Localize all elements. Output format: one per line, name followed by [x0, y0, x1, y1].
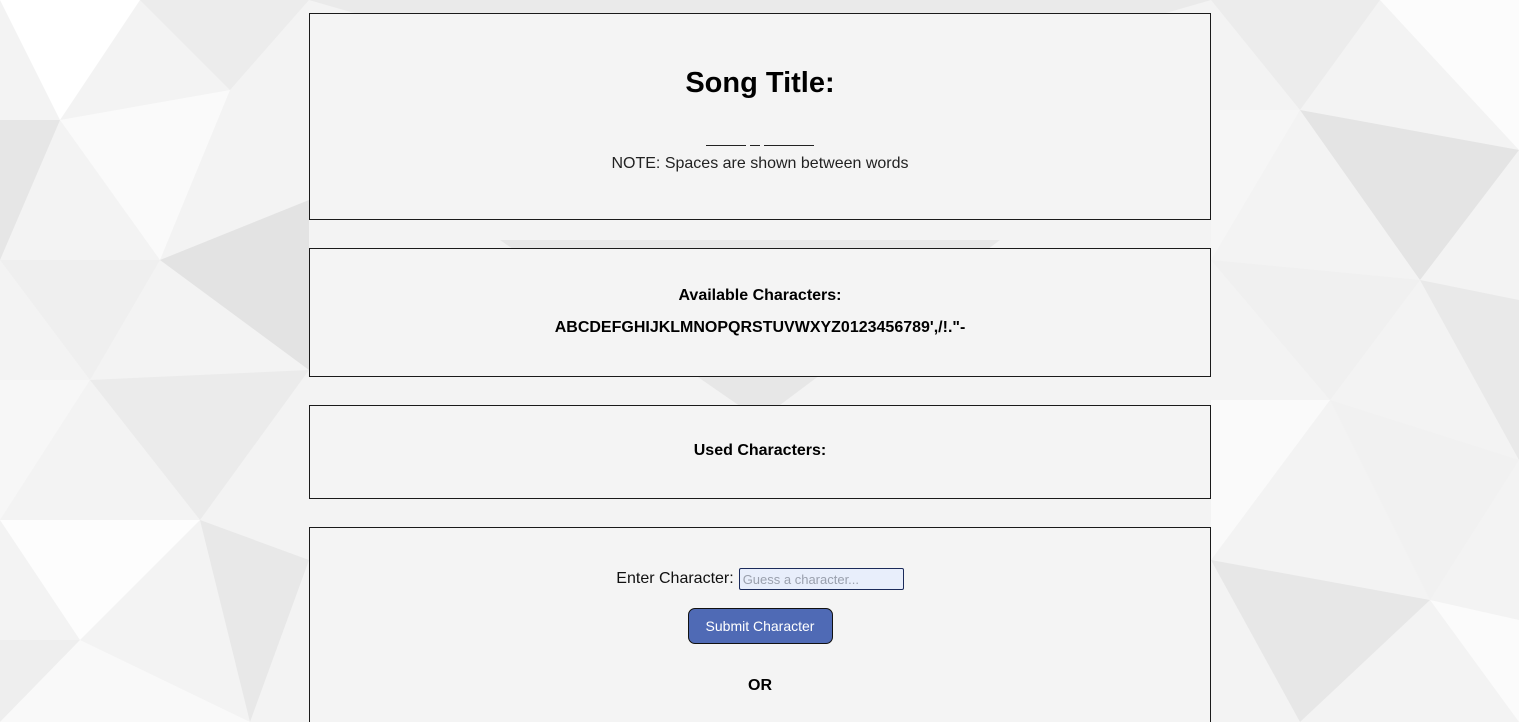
word-blank: [706, 145, 746, 146]
song-title-panel: Song Title: NOTE: Spaces are shown betwe…: [309, 13, 1211, 220]
enter-character-label: Enter Character:: [616, 570, 734, 587]
available-characters-list: ABCDEFGHIJKLMNOPQRSTUVWXYZ0123456789',/!…: [554, 319, 966, 336]
available-characters-panel: Available Characters: ABCDEFGHIJKLMNOPQR…: [309, 248, 1211, 377]
spaces-note: NOTE: Spaces are shown between words: [611, 155, 909, 172]
song-title-blanks: [310, 130, 1210, 146]
game-container: Song Title: NOTE: Spaces are shown betwe…: [309, 13, 1211, 722]
character-entry-panel: Enter Character: Submit Character OR: [309, 527, 1211, 722]
character-entry-row: Enter Character:: [310, 568, 1210, 590]
submit-character-button[interactable]: Submit Character: [687, 608, 833, 644]
used-characters-label: Used Characters:: [693, 442, 827, 459]
available-characters-label: Available Characters:: [678, 287, 842, 304]
word-blank: [750, 145, 760, 146]
song-title-heading: Song Title:: [685, 67, 835, 99]
word-blank: [764, 145, 814, 146]
or-divider-label: OR: [748, 677, 772, 694]
used-characters-panel: Used Characters:: [309, 405, 1211, 499]
character-input[interactable]: [738, 568, 904, 590]
